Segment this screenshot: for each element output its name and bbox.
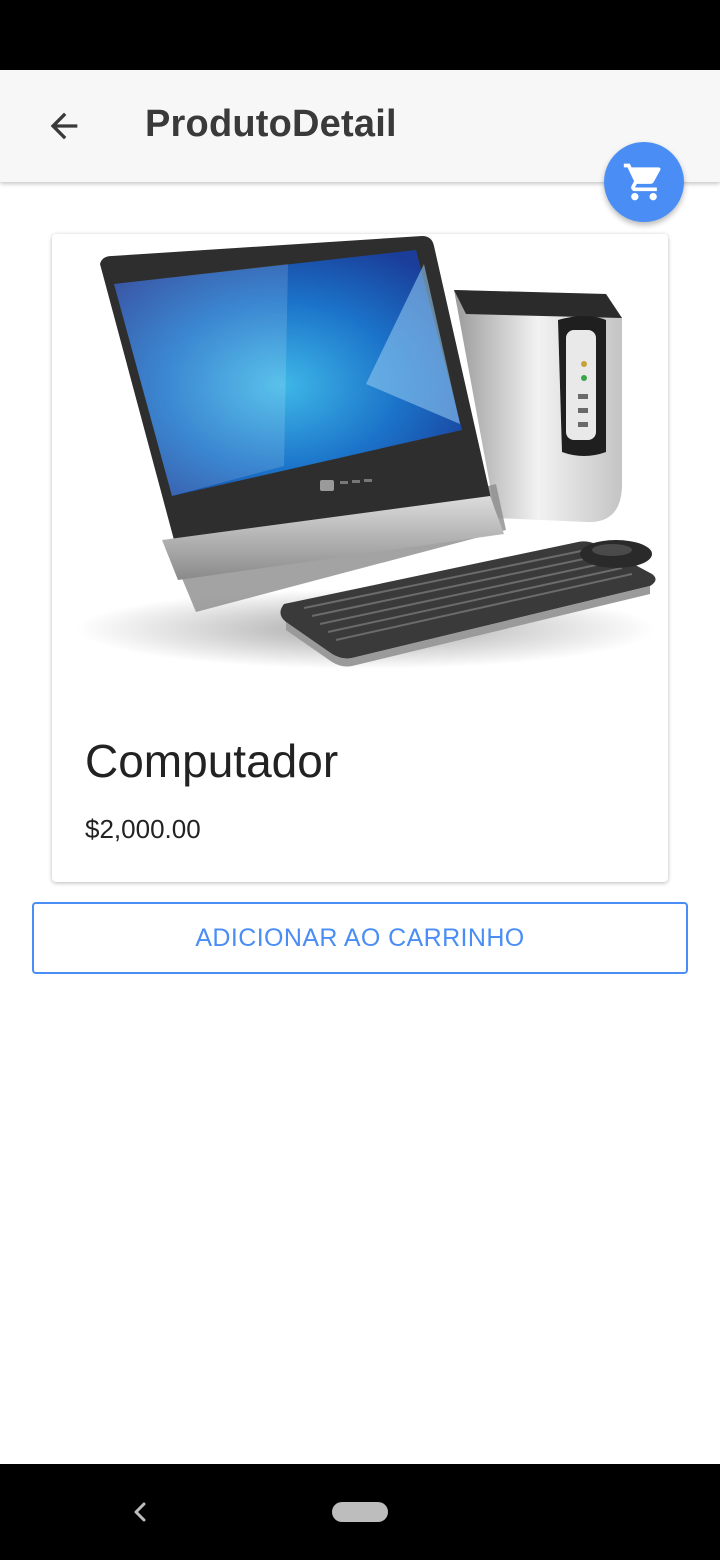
- home-pill-icon[interactable]: [332, 1502, 388, 1522]
- system-nav-bar: [0, 1464, 720, 1560]
- back-button[interactable]: [32, 94, 96, 158]
- page-title: ProdutoDetail: [145, 103, 397, 145]
- product-price: $2,000.00: [85, 814, 201, 844]
- product-name: Computador: [85, 735, 339, 787]
- product-card: Computador $2,000.00: [52, 234, 668, 882]
- product-image: [76, 236, 656, 669]
- arrow-left-icon: [50, 112, 78, 140]
- shopping-cart-icon: [623, 163, 661, 201]
- status-bar: [0, 0, 720, 70]
- cart-button[interactable]: [604, 142, 684, 222]
- chevron-left-icon[interactable]: [124, 1496, 156, 1528]
- add-to-cart-button[interactable]: ADICIONAR AO CARRINHO: [32, 902, 688, 974]
